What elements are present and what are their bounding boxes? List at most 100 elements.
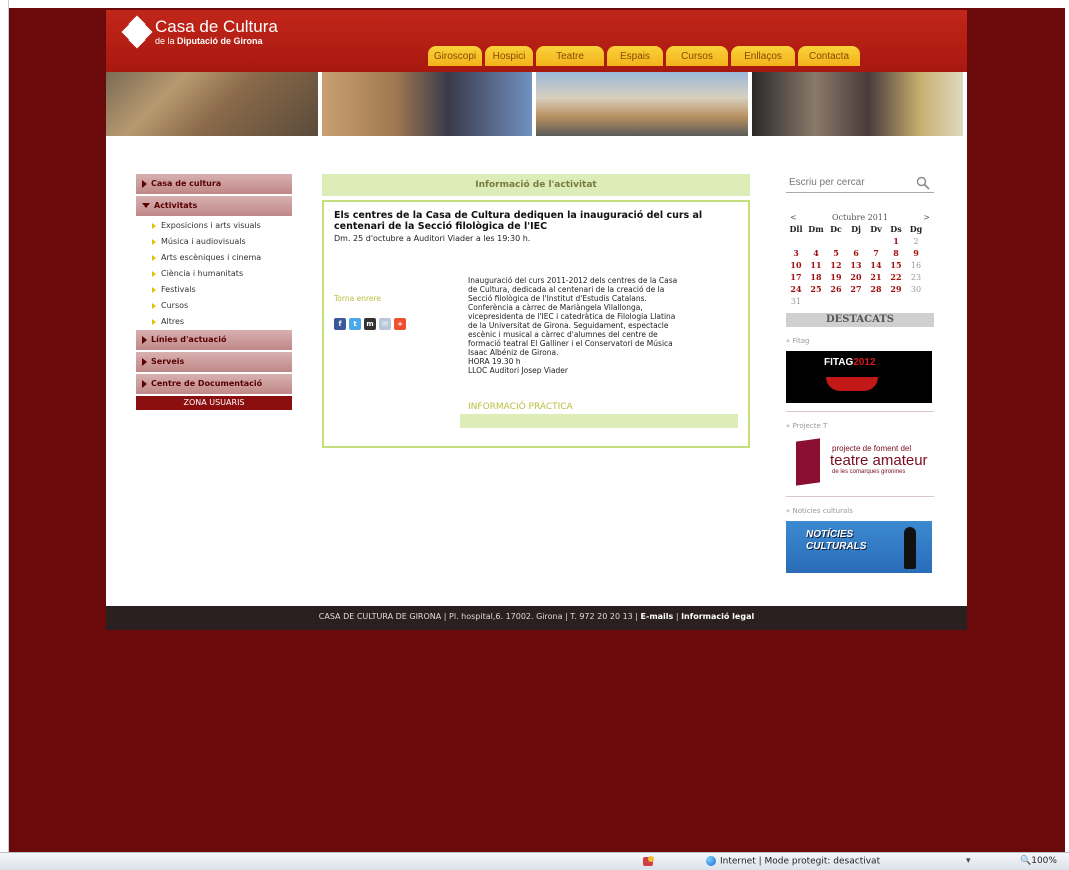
arrow-right-icon <box>142 179 147 188</box>
calendar-event-day[interactable]: 13 <box>846 260 866 271</box>
description-line: vicepresidenta de l'IEC i catedràtica de… <box>468 312 676 321</box>
calendar-event-day[interactable]: 27 <box>846 284 866 295</box>
calendar-weekday: Dc <box>830 224 842 234</box>
calendar-event-day[interactable]: 25 <box>806 284 826 295</box>
calendar-next-button[interactable]: > <box>923 213 930 222</box>
back-link[interactable]: Torna enrere <box>334 294 381 303</box>
calendar-event-day[interactable]: 22 <box>886 272 906 283</box>
calendar-event-day[interactable]: 4 <box>806 248 826 259</box>
activity-info: Informació de l'activitat Els centres de… <box>322 174 750 448</box>
sidebar-item-casa-de-cultura[interactable]: Casa de cultura <box>136 174 292 196</box>
noticies-title: NOTÍCIES CULTURALS <box>806 529 866 553</box>
calendar-event-day[interactable]: 9 <box>906 248 926 259</box>
calendar-event-day[interactable]: 15 <box>886 260 906 271</box>
sidebar-item-linies[interactable]: Línies d'actuació <box>136 330 292 352</box>
search-input[interactable]: Escriu per cercar <box>786 174 934 192</box>
projecte-label[interactable]: » Projecte T <box>786 422 934 432</box>
nav-tab-teatre[interactable]: Teatre <box>536 46 604 66</box>
sidebar-subitem-label: Exposicions i arts visuals <box>161 221 261 230</box>
description-line: Secció filològica de l'Institut d'Estudi… <box>468 294 647 303</box>
site-logo[interactable]: Casa de Cultura de la Diputació de Giron… <box>121 15 278 49</box>
nav-tab-espais[interactable]: Espais <box>607 46 663 66</box>
calendar-event-day[interactable]: 10 <box>786 260 806 271</box>
sidebar-subitem-festivals[interactable]: Festivals <box>136 282 292 298</box>
description-line: Isaac Albéniz de Girona. <box>468 348 559 357</box>
sidebar-subitem-label: Festivals <box>161 285 196 294</box>
arrow-right-icon <box>142 379 147 388</box>
sidebar-subitem-label: Altres <box>161 317 185 326</box>
calendar-day: 23 <box>910 273 922 282</box>
addthis-icon[interactable]: + <box>394 318 406 330</box>
calendar-event-day[interactable]: 11 <box>806 260 826 271</box>
calendar-event-day[interactable]: 6 <box>846 248 866 259</box>
noticies-culturals-banner[interactable]: NOTÍCIES CULTURALS <box>786 521 932 573</box>
projecte-t-banner[interactable]: projecte de foment del teatre amateur de… <box>786 436 932 488</box>
footer-emails-link[interactable]: E-mails <box>641 612 674 621</box>
footer-legal-link[interactable]: Informació legal <box>681 612 754 621</box>
sidebar-subitem-arts-esceniques[interactable]: Arts escèniques i cinema <box>136 250 292 266</box>
nav-tab-cursos[interactable]: Cursos <box>666 46 728 66</box>
sidebar-subitem-ciencia[interactable]: Ciència i humanitats <box>136 266 292 282</box>
calendar-event-day[interactable]: 1 <box>886 236 906 247</box>
zona-usuaris-button[interactable]: ZONA USUARIS <box>136 396 292 410</box>
sidebar-item-serveis[interactable]: Serveis <box>136 352 292 374</box>
section-title: Informació de l'activitat <box>322 174 750 196</box>
calendar-event-day[interactable]: 24 <box>786 284 806 295</box>
calendar-event-day[interactable]: 8 <box>886 248 906 259</box>
sidebar-subitem-cursos[interactable]: Cursos <box>136 298 292 314</box>
calendar-event-day[interactable]: 20 <box>846 272 866 283</box>
fitag-banner[interactable]: FITAG2012 <box>786 351 932 403</box>
calendar-event-day[interactable]: 3 <box>786 248 806 259</box>
window-left-edge <box>0 0 9 852</box>
sidebar-subitem-altres[interactable]: Altres <box>136 314 292 330</box>
nav-tab-contacta[interactable]: Contacta <box>798 46 860 66</box>
fitag-label[interactable]: » Fitag <box>786 337 934 347</box>
nav-tab-enllacos[interactable]: Enllaços <box>731 46 795 66</box>
security-zone[interactable]: Internet | Mode protegit: desactivat <box>706 856 880 867</box>
speaker-figure-icon <box>904 527 916 569</box>
calendar-event-day[interactable]: 7 <box>866 248 886 259</box>
practical-info-heading[interactable]: INFORMACIÓ PRÀCTICA <box>468 402 573 412</box>
noticies-label[interactable]: » Notícies culturals <box>786 507 934 517</box>
facebook-icon[interactable]: f <box>334 318 346 330</box>
description-line: Conferència a càrrec de Mariàngela Vilal… <box>468 303 643 312</box>
calendar-event-day[interactable]: 18 <box>806 272 826 283</box>
calendar-event-day[interactable]: 5 <box>826 248 846 259</box>
calendar-event-day[interactable]: 26 <box>826 284 846 295</box>
share-bar: f t m ✉ + <box>334 318 406 330</box>
sidebar-subitem-musica[interactable]: Música i audiovisuals <box>136 234 292 250</box>
sidebar-item-label: Casa de cultura <box>151 179 222 188</box>
myspace-icon[interactable]: m <box>364 318 376 330</box>
calendar-event-day[interactable]: 21 <box>866 272 886 283</box>
protected-mode-icon[interactable] <box>642 855 656 868</box>
sidebar-subitem-exposicions[interactable]: Exposicions i arts visuals <box>136 218 292 234</box>
arrow-down-icon <box>142 203 150 208</box>
status-text-area <box>10 856 600 867</box>
globe-icon <box>706 856 716 866</box>
sidebar-item-activitats[interactable]: Activitats <box>136 196 292 218</box>
calendar-month: Octubre 2011 <box>832 213 888 222</box>
email-icon[interactable]: ✉ <box>379 318 391 330</box>
calendar-event-day[interactable]: 29 <box>886 284 906 295</box>
calendar-event-day[interactable]: 14 <box>866 260 886 271</box>
nav-tab-giroscopi[interactable]: Giroscopi <box>428 46 482 66</box>
bullet-arrow-icon <box>152 318 156 325</box>
diputacio-logo-icon <box>121 15 153 49</box>
activity-title: Els centres de la Casa de Cultura dediqu… <box>334 210 703 232</box>
calendar-prev-button[interactable]: < <box>790 213 797 222</box>
calendar-event-day[interactable]: 28 <box>866 284 886 295</box>
noticies-line1: NOTÍCIES <box>806 529 854 540</box>
calendar-day: 2 <box>913 237 919 246</box>
calendar-event-day[interactable]: 19 <box>826 272 846 283</box>
calendar-event-day[interactable]: 12 <box>826 260 846 271</box>
zoom-level[interactable]: 🔍100% <box>1020 856 1057 866</box>
calendar-event-day[interactable]: 17 <box>786 272 806 283</box>
nav-tab-hospici[interactable]: Hospici <box>485 46 533 66</box>
zoom-dropdown-arrow[interactable]: ▾ <box>966 856 971 866</box>
event-calendar: < Octubre 2011 > Dll Dm Dc Dj Dv Ds Dg 1… <box>786 213 934 307</box>
sidebar-item-centre-documentacio[interactable]: Centre de Documentació <box>136 374 292 396</box>
search-box: Escriu per cercar <box>786 174 934 193</box>
search-icon[interactable] <box>916 176 930 190</box>
twitter-icon[interactable]: t <box>349 318 361 330</box>
sidebar-subitem-label: Cursos <box>161 301 189 310</box>
